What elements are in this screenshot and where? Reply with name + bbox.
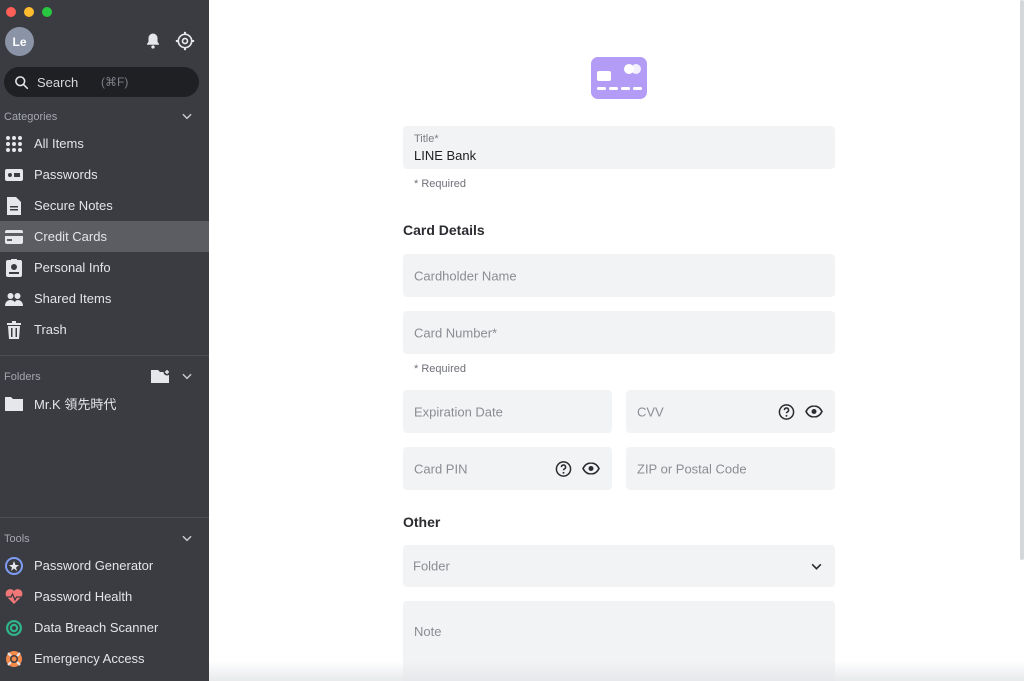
id-card-icon bbox=[5, 258, 23, 277]
sidebar-item-label: Passwords bbox=[34, 167, 98, 182]
chevron-down-icon[interactable] bbox=[180, 109, 194, 123]
bell-icon[interactable] bbox=[142, 30, 164, 52]
gear-icon[interactable] bbox=[174, 30, 196, 52]
help-icon[interactable] bbox=[555, 460, 572, 477]
close-window-button[interactable] bbox=[6, 7, 16, 17]
folder-select-placeholder: Folder bbox=[413, 558, 450, 574]
card-number-field[interactable]: Card Number* bbox=[403, 311, 835, 354]
add-folder-icon[interactable] bbox=[151, 368, 171, 383]
grid-icon bbox=[5, 135, 23, 153]
heart-icon bbox=[5, 588, 23, 606]
cvv-placeholder: CVV bbox=[637, 404, 664, 419]
chevron-down-icon[interactable] bbox=[810, 560, 823, 573]
credit-card-icon bbox=[5, 228, 23, 246]
sidebar-item-label: Data Breach Scanner bbox=[34, 620, 159, 635]
cardholder-name-placeholder: Cardholder Name bbox=[414, 268, 517, 283]
folder-icon bbox=[5, 395, 23, 413]
folders-header[interactable]: Folders bbox=[4, 368, 204, 383]
zip-code-placeholder: ZIP or Postal Code bbox=[637, 461, 747, 476]
cardholder-name-field[interactable]: Cardholder Name bbox=[403, 254, 835, 297]
search-input[interactable] bbox=[37, 74, 97, 90]
eye-icon[interactable] bbox=[582, 462, 600, 475]
sidebar-item-all-items[interactable]: All Items bbox=[0, 128, 209, 159]
sidebar-item-label: All Items bbox=[34, 136, 84, 151]
note-placeholder: Note bbox=[414, 624, 442, 639]
sidebar-item-data-breach-scanner[interactable]: Data Breach Scanner bbox=[0, 612, 209, 643]
folders-header-label: Folders bbox=[4, 371, 41, 383]
sidebar-item-label: Trash bbox=[34, 322, 67, 337]
minimize-window-button[interactable] bbox=[24, 7, 34, 17]
sidebar: Le (⌘F) Categories All Items Passwords S… bbox=[0, 0, 209, 681]
card-details-heading: Card Details bbox=[403, 222, 485, 238]
other-heading: Other bbox=[403, 514, 441, 530]
sidebar-item-shared-items[interactable]: Shared Items bbox=[0, 283, 209, 314]
sidebar-item-credit-cards[interactable]: Credit Cards bbox=[0, 221, 209, 252]
search-bar[interactable]: (⌘F) bbox=[4, 67, 199, 97]
sidebar-item-label: Shared Items bbox=[34, 291, 112, 306]
users-icon bbox=[5, 290, 23, 308]
sidebar-item-folder[interactable]: Mr.K 領先時代 bbox=[0, 388, 209, 419]
sidebar-item-label: Password Health bbox=[34, 589, 133, 604]
generator-icon bbox=[5, 556, 23, 575]
sidebar-item-emergency-access[interactable]: Emergency Access bbox=[0, 643, 209, 674]
chevron-down-icon[interactable] bbox=[180, 369, 194, 383]
credit-card-icon bbox=[591, 57, 647, 99]
title-value[interactable]: LINE Bank bbox=[414, 148, 476, 163]
note-icon bbox=[5, 196, 23, 215]
sidebar-item-secure-notes[interactable]: Secure Notes bbox=[0, 190, 209, 221]
search-shortcut: (⌘F) bbox=[101, 75, 129, 89]
scrollbar[interactable] bbox=[1020, 0, 1024, 560]
sidebar-divider bbox=[0, 355, 209, 356]
password-icon bbox=[5, 166, 23, 184]
sidebar-item-label: Mr.K 領先時代 bbox=[34, 397, 117, 412]
sidebar-item-personal-info[interactable]: Personal Info bbox=[0, 252, 209, 283]
expiration-date-field[interactable]: Expiration Date bbox=[403, 390, 612, 433]
sidebar-item-password-health[interactable]: Password Health bbox=[0, 581, 209, 612]
sidebar-divider bbox=[0, 517, 209, 518]
chevron-down-icon[interactable] bbox=[180, 531, 194, 545]
card-pin-placeholder: Card PIN bbox=[414, 461, 468, 476]
categories-header[interactable]: Categories bbox=[4, 111, 204, 123]
bottom-fade bbox=[209, 661, 1024, 681]
cvv-field[interactable]: CVV bbox=[626, 390, 835, 433]
expiration-date-placeholder: Expiration Date bbox=[414, 404, 503, 419]
help-icon[interactable] bbox=[778, 403, 795, 420]
tools-header[interactable]: Tools bbox=[4, 533, 204, 545]
sidebar-item-label: Secure Notes bbox=[34, 198, 113, 213]
eye-icon[interactable] bbox=[805, 405, 823, 418]
lifebuoy-icon bbox=[5, 650, 23, 668]
tools-header-label: Tools bbox=[4, 533, 30, 545]
card-number-placeholder: Card Number* bbox=[414, 325, 498, 340]
search-icon bbox=[15, 75, 29, 89]
radar-icon bbox=[5, 619, 23, 637]
sidebar-item-password-generator[interactable]: Password Generator bbox=[0, 550, 209, 581]
folder-select[interactable]: Folder bbox=[403, 545, 835, 587]
avatar[interactable]: Le bbox=[5, 27, 34, 56]
sidebar-item-label: Credit Cards bbox=[34, 229, 107, 244]
title-required-hint: * Required bbox=[414, 178, 466, 190]
zoom-window-button[interactable] bbox=[42, 7, 52, 17]
sidebar-item-passwords[interactable]: Passwords bbox=[0, 159, 209, 190]
sidebar-item-label: Emergency Access bbox=[34, 651, 145, 666]
card-number-required-hint: * Required bbox=[414, 363, 466, 375]
window-controls bbox=[6, 7, 52, 17]
title-field[interactable]: Title* LINE Bank bbox=[403, 126, 835, 169]
categories-header-label: Categories bbox=[4, 111, 58, 123]
zip-code-field[interactable]: ZIP or Postal Code bbox=[626, 447, 835, 490]
card-pin-field[interactable]: Card PIN bbox=[403, 447, 612, 490]
item-editor: Title* LINE Bank * Required Card Details… bbox=[209, 0, 1024, 681]
sidebar-item-label: Personal Info bbox=[34, 260, 111, 275]
sidebar-item-label: Password Generator bbox=[34, 558, 154, 573]
title-label: Title* bbox=[414, 133, 439, 145]
trash-icon bbox=[5, 320, 23, 339]
sidebar-item-trash[interactable]: Trash bbox=[0, 314, 209, 345]
